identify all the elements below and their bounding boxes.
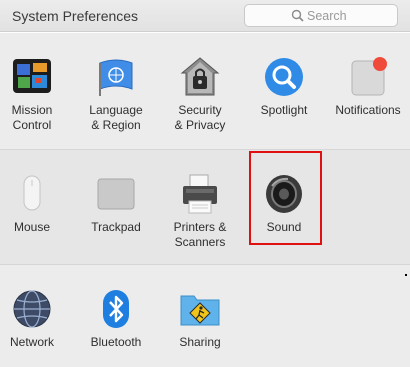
title-bar: System Preferences Search bbox=[0, 0, 410, 32]
mission-control-icon bbox=[13, 59, 51, 93]
pane-label: Network bbox=[9, 335, 54, 349]
pane-label: Trackpad bbox=[91, 220, 141, 234]
printer-icon bbox=[183, 174, 217, 214]
search-placeholder: Search bbox=[307, 9, 347, 23]
window-title: System Preferences bbox=[12, 8, 139, 24]
section-personal: Mission Control Language & Region Security… bbox=[0, 33, 410, 150]
pane-label: Notifications bbox=[335, 103, 401, 117]
pane-label: Mission Control bbox=[11, 103, 53, 132]
search-field[interactable]: Search bbox=[244, 4, 398, 27]
pane-label: Bluetooth bbox=[90, 335, 142, 349]
pane-label: Sharing bbox=[179, 335, 221, 349]
network-globe-icon bbox=[13, 290, 51, 328]
sharing-folder-icon bbox=[180, 295, 220, 326]
spotlight-icon bbox=[265, 58, 303, 96]
pane-label: Language & Region bbox=[89, 103, 143, 132]
pane-label: Printers & Scanners bbox=[173, 220, 227, 249]
sound-highlight-box bbox=[249, 151, 322, 245]
stray-dot bbox=[405, 274, 407, 276]
section-hardware: Mouse Trackpad Printers & Scanners Sound bbox=[0, 150, 410, 265]
section-internet: Network Bluetooth Sharing bbox=[0, 265, 410, 367]
trackpad-icon bbox=[97, 178, 135, 210]
language-flag-icon bbox=[99, 59, 133, 96]
security-house-icon bbox=[180, 57, 220, 96]
pane-label: Mouse bbox=[13, 220, 51, 234]
pane-label: Security & Privacy bbox=[174, 103, 226, 132]
mouse-icon bbox=[23, 175, 41, 211]
search-icon bbox=[291, 9, 304, 22]
bluetooth-icon bbox=[103, 290, 129, 328]
notifications-icon bbox=[351, 57, 387, 96]
pane-label: Spotlight bbox=[260, 103, 308, 117]
